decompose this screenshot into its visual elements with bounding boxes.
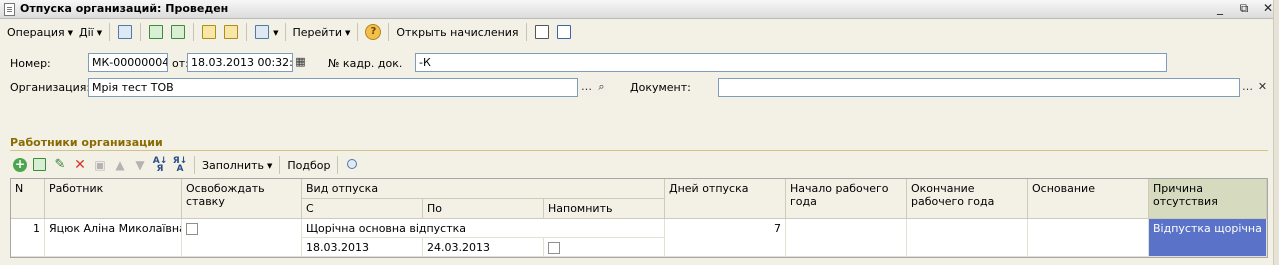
column-header-remind[interactable]: Напомнить: [544, 199, 665, 219]
column-header-to[interactable]: По: [423, 199, 544, 219]
clear-icon[interactable]: ✕: [1255, 79, 1270, 96]
cell-days[interactable]: 7: [665, 219, 786, 257]
refresh-icon[interactable]: [147, 23, 165, 41]
toolbar-separator: [140, 23, 142, 41]
move-up-icon: ▲: [115, 158, 125, 172]
section-title: Работники организации: [10, 136, 163, 149]
search-icon[interactable]: ⌕: [594, 79, 609, 96]
create-based-on-icon[interactable]: [253, 23, 271, 41]
column-header-days[interactable]: Дней отпуска: [665, 179, 786, 219]
toolbar-separator: [279, 156, 281, 174]
move-down-icon: ▼: [135, 158, 145, 172]
help-icon[interactable]: ?: [364, 23, 382, 41]
column-header-reason[interactable]: Причина отсутствия: [1149, 179, 1267, 219]
window-titlebar: Отпуска организаций: Проведен _ ⧉ ✕: [0, 0, 1279, 19]
actions-menu[interactable]: Дії ▼: [76, 26, 105, 39]
cell-basis[interactable]: [1028, 219, 1149, 257]
end-edit-icon: ▣: [94, 158, 106, 172]
toolbar-separator: [284, 23, 286, 41]
organization-field[interactable]: Мрія тест ТОВ: [88, 78, 578, 97]
pick-button[interactable]: Подбор: [284, 159, 333, 172]
sort-descending-icon[interactable]: Я↓ A: [172, 157, 188, 174]
section-divider: [10, 150, 1268, 151]
copy-row-icon[interactable]: [32, 157, 48, 173]
toolbar-separator: [388, 23, 390, 41]
cell-work-year-end[interactable]: [907, 219, 1028, 257]
cell-remind[interactable]: [544, 238, 665, 257]
cell-reason[interactable]: Відпустка щорічна: [1149, 219, 1267, 257]
create-based-on-dropdown[interactable]: ▼: [273, 26, 280, 39]
open-accruals-button[interactable]: Открыть начисления: [393, 26, 521, 39]
employee-search-icon[interactable]: [344, 157, 360, 173]
column-header-n[interactable]: N: [11, 179, 45, 219]
main-toolbar: Операция ▼ Дії ▼ ▼ Перейти ▼ ? Открыть начи…: [0, 20, 1279, 44]
minimize-button[interactable]: _: [1213, 1, 1227, 16]
toolbar-separator: [193, 23, 195, 41]
toolbar-separator: [357, 23, 359, 41]
unpost-icon[interactable]: [222, 23, 240, 41]
restore-button[interactable]: ⧉: [1237, 1, 1251, 16]
goto-menu[interactable]: Перейти ▼: [290, 26, 354, 39]
post-icon[interactable]: [200, 23, 218, 41]
window-controls: _ ⧉ ✕: [1213, 1, 1275, 16]
toolbar-separator: [525, 23, 527, 41]
column-header-vacation-type[interactable]: Вид отпуска: [302, 179, 665, 199]
toolbar-separator: [109, 23, 111, 41]
employees-table[interactable]: N Работник Освобождать ставку Вид отпуск…: [10, 178, 1268, 258]
number-field[interactable]: МК-00000004: [88, 53, 168, 72]
remind-checkbox[interactable]: [548, 242, 560, 254]
cell-vacation-type[interactable]: Щорічна основна відпустка: [302, 219, 665, 238]
document-icon: [4, 3, 15, 16]
column-header-work-year-start[interactable]: Начало рабочего года: [786, 179, 907, 219]
cell-row-number[interactable]: 1: [11, 219, 45, 257]
operation-menu[interactable]: Операция ▼: [4, 26, 76, 39]
cell-from-date[interactable]: 18.03.2013: [302, 238, 423, 257]
fill-menu[interactable]: Заполнить ▼: [199, 159, 275, 172]
column-header-employee[interactable]: Работник: [45, 179, 182, 219]
personnel-doc-field[interactable]: -К: [415, 53, 1167, 72]
list-icon[interactable]: [533, 23, 551, 41]
column-header-basis[interactable]: Основание: [1028, 179, 1149, 219]
column-header-free-rate[interactable]: Освобождать ставку: [182, 179, 302, 219]
post-and-close-icon[interactable]: [116, 23, 134, 41]
add-row-icon[interactable]: +: [12, 157, 28, 173]
document-field[interactable]: [718, 78, 1240, 97]
column-header-work-year-end[interactable]: Окончание рабочего года: [907, 179, 1028, 219]
toolbar-separator: [337, 156, 339, 174]
document-label: Документ:: [630, 81, 691, 94]
cell-free-rate[interactable]: [182, 219, 302, 257]
edit-row-icon[interactable]: ✎: [52, 157, 68, 173]
copy-icon[interactable]: [169, 23, 187, 41]
sort-ascending-icon[interactable]: A↓ Я: [152, 157, 168, 174]
delete-row-icon[interactable]: ✕: [72, 157, 88, 173]
choose-ellipsis-icon[interactable]: …: [1240, 79, 1255, 96]
table-toolbar: + ✎ ✕ ▣ ▲ ▼ A↓ Я Я↓ A Заполнить ▼ Подбор: [10, 155, 362, 175]
free-rate-checkbox[interactable]: [186, 223, 198, 235]
choose-ellipsis-icon[interactable]: …: [579, 79, 594, 96]
toolbar-separator: [246, 23, 248, 41]
column-header-from[interactable]: С: [302, 199, 423, 219]
number-label: Номер:: [10, 57, 51, 70]
organization-label: Организация:: [10, 81, 91, 94]
cell-to-date[interactable]: 24.03.2013: [423, 238, 544, 257]
window-title: Отпуска организаций: Проведен: [20, 2, 229, 15]
toolbar-separator: [194, 156, 195, 174]
cell-work-year-start[interactable]: [786, 219, 907, 257]
structure-icon[interactable]: [555, 23, 573, 41]
date-field[interactable]: 18.03.2013 00:32:50: [187, 53, 293, 72]
cell-employee[interactable]: Яцюк Аліна Миколаївна: [45, 219, 182, 257]
calendar-icon[interactable]: ▦: [293, 54, 308, 71]
window-border: [1273, 0, 1279, 265]
personnel-doc-label: № кадр. док.: [328, 57, 403, 70]
